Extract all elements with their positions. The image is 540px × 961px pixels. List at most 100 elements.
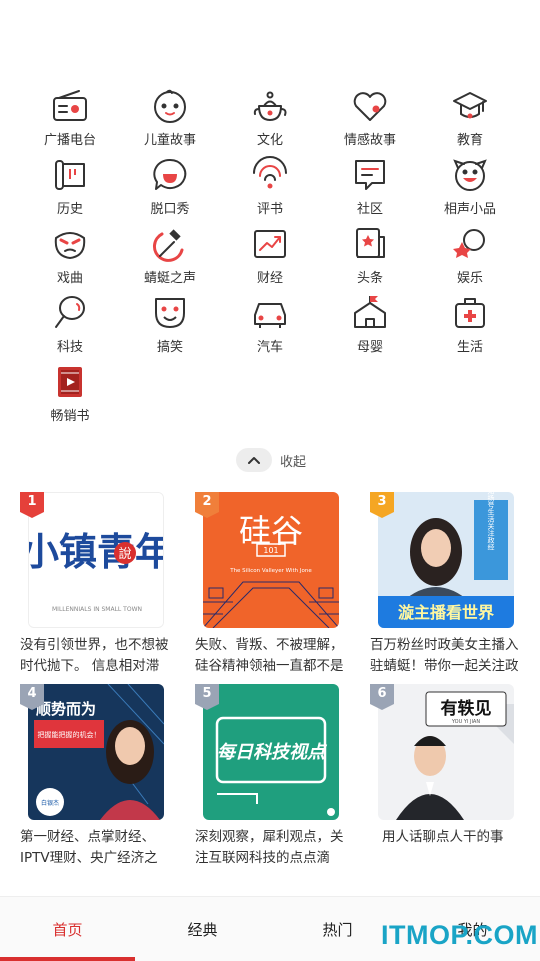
chevron-up-icon[interactable] (236, 448, 272, 472)
car-icon (254, 303, 286, 328)
rank-badge: 2 (195, 492, 219, 518)
house-flag-icon (354, 296, 386, 328)
cover-title: 每日科技视点 (217, 742, 328, 763)
rank-badge: 6 (370, 684, 394, 710)
program-description: 失败、背叛、不被理解，硅谷精神领袖一直都不是完美的存在：他们 (195, 637, 344, 674)
funny-face-icon (155, 298, 185, 328)
category-item[interactable]: 财经 (220, 224, 320, 293)
cover-mark: 101 (263, 546, 278, 555)
program-description: 没有引领世界，也不想被时代抛下。 信息相对滞后，但并不孤陋寡闻。 (20, 637, 169, 674)
category-label: 教育 (456, 133, 483, 148)
category-label: 情感故事 (343, 133, 396, 148)
cover-subtitle: MILLENNIALS IN SMALL TOWN (52, 606, 142, 613)
cover-subtitle: 把握能把握的机会！ (38, 730, 101, 739)
category-item[interactable]: 汽车 (220, 293, 320, 362)
category-label: 娱乐 (456, 271, 483, 286)
category-item[interactable]: 广播电台 (20, 86, 120, 155)
program-cover[interactable]: 小镇青年 說 MILLENNIALS IN SMALL TOWN (28, 492, 164, 628)
category-label: 广播电台 (43, 133, 96, 148)
graduation-cap-icon (453, 92, 487, 119)
category-label: 文化 (256, 133, 283, 148)
category-label: 畅销书 (50, 409, 90, 424)
category-item[interactable]: 母婴 (320, 293, 420, 362)
program-cover[interactable]: 有轶见 YOU YI JIAN (378, 684, 514, 820)
category-item[interactable]: 娱乐 (420, 224, 520, 293)
cover-art: 每日科技视点 (203, 684, 339, 820)
category-label: 科技 (56, 340, 83, 355)
cover-subtitle: YOU YI JIAN (451, 719, 480, 725)
category-item[interactable]: 情感故事 (320, 86, 420, 155)
category-item[interactable]: 历史 (20, 155, 120, 224)
program-description: 用人话聊点人干的事 (382, 829, 504, 845)
program-cover[interactable]: 硅谷 101 The Silicon Valleyer With Jone (203, 492, 339, 628)
teapot-icon (253, 91, 287, 121)
category-label: 脱口秀 (150, 202, 190, 217)
folding-fan-icon (253, 156, 287, 189)
rank-badge: 5 (195, 684, 219, 710)
program-cover[interactable]: 月认知扬号生活关注政经 漩主播看世界 (378, 492, 514, 628)
category-item[interactable]: 相声小品 (420, 155, 520, 224)
tab-home[interactable]: 首页 (0, 897, 135, 961)
category-item[interactable]: 文化 (220, 86, 320, 155)
collapse-label: 收起 (280, 454, 307, 470)
category-item[interactable]: 蜻蜓之声 (120, 224, 220, 293)
opera-mask-icon (54, 232, 86, 260)
cover-art: 有轶见 YOU YI JIAN (378, 684, 514, 820)
program-description: 深刻观察，犀利观点，关注互联网科技的点点滴滴。 主播：陌然 (195, 829, 344, 866)
tab-classic[interactable]: 经典 (135, 897, 270, 961)
cover-subtitle: The Silicon Valleyer With Jone (229, 568, 312, 574)
chat-bubble-icon (355, 160, 385, 190)
category-item[interactable]: 畅销书 (20, 362, 120, 431)
heart-icon (353, 92, 387, 121)
category-label: 母婴 (356, 340, 383, 355)
category-item[interactable]: 头条 (320, 224, 420, 293)
category-item[interactable]: 搞笑 (120, 293, 220, 362)
cover-title: 顺势而为 (36, 700, 96, 718)
program-description: 百万粉丝时政美女主播入驻蜻蜓！带你一起关注政经，用认知指导生活 (370, 637, 519, 674)
category-label: 评书 (256, 202, 283, 217)
category-item[interactable]: 教育 (420, 86, 520, 155)
category-label: 财经 (256, 271, 283, 286)
watermark: ITMOP.COM (381, 920, 539, 950)
category-label: 生活 (456, 340, 483, 355)
rank-badge: 4 (20, 684, 44, 710)
category-label: 搞笑 (156, 340, 183, 355)
category-item[interactable]: 戏曲 (20, 224, 120, 293)
cover-art: 小镇青年 說 MILLENNIALS IN SMALL TOWN (29, 493, 164, 627)
cover-logo: 白银杰 (41, 799, 59, 807)
rank-badge: 3 (370, 492, 394, 518)
collapse-toggle[interactable]: 收起 (236, 448, 306, 472)
category-label: 儿童故事 (143, 133, 196, 148)
category-item[interactable]: 儿童故事 (120, 86, 220, 155)
category-item[interactable]: 生活 (420, 293, 520, 362)
cover-art: 顺势而为 把握能把握的机会！ 白银杰 (28, 684, 164, 820)
book-icon (58, 367, 82, 397)
program-cover[interactable]: 每日科技视点 (203, 684, 339, 820)
radio-icon (53, 90, 87, 121)
cover-art: 月认知扬号生活关注政经 漩主播看世界 (378, 492, 514, 628)
program-description: 第一财经、点掌财经、IPTV理财、央广经济之声等多家知名栏目特约 (20, 829, 158, 866)
hammer-sickle-icon (152, 229, 184, 262)
category-item[interactable]: 评书 (220, 155, 320, 224)
cover-title: 小镇青年 (29, 530, 164, 574)
category-label: 蜻蜓之声 (143, 271, 196, 286)
rank-badge: 1 (20, 492, 44, 518)
cover-title: 有轶见 (441, 698, 492, 719)
trend-chart-icon (254, 230, 286, 258)
program-cover[interactable]: 顺势而为 把握能把握的机会！ 白银杰 (28, 684, 164, 820)
category-item[interactable]: 社区 (320, 155, 420, 224)
cover-art: 硅谷 101 The Silicon Valleyer With Jone (203, 492, 339, 628)
cover-title: 漩主播看世界 (398, 603, 494, 622)
category-label: 戏曲 (56, 271, 83, 286)
scroll-icon (55, 160, 85, 190)
news-star-icon (356, 228, 385, 258)
category-item[interactable]: 科技 (20, 293, 120, 362)
category-item[interactable]: 脱口秀 (120, 155, 220, 224)
cover-side-text: 月认知扬号生活关注政经 (487, 492, 495, 551)
medical-kit-icon (455, 298, 485, 328)
category-label: 相声小品 (443, 202, 496, 217)
talk-bubble-icon (153, 158, 187, 190)
smiling-face-icon (453, 159, 487, 191)
star-burst-icon (453, 229, 485, 258)
category-label: 头条 (356, 271, 383, 286)
